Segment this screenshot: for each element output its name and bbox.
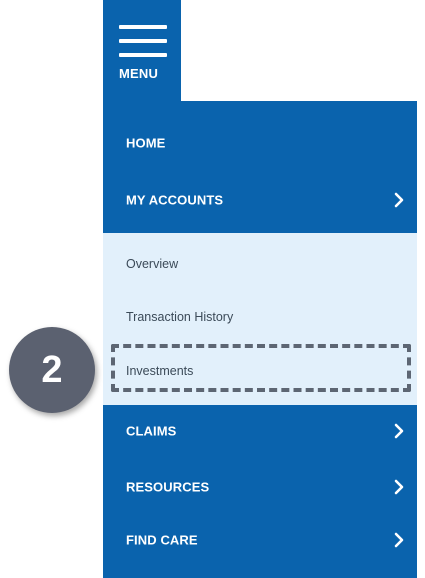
chevron-right-icon: [394, 532, 404, 548]
nav-item-find-care[interactable]: FIND CARE: [103, 513, 417, 567]
nav-item-label: CLAIMS: [126, 423, 177, 439]
menu-toggle-label: MENU: [119, 66, 159, 81]
submenu-item-label: Transaction History: [126, 310, 234, 324]
my-accounts-submenu: Overview Transaction History Investments: [103, 233, 417, 405]
submenu-item-transaction-history[interactable]: Transaction History: [103, 291, 417, 343]
screenshot-stage: MENU HOME MY ACCOUNTS Overview Transacti…: [0, 0, 425, 578]
menu-toggle-button[interactable]: MENU: [103, 9, 181, 101]
nav-item-home[interactable]: HOME: [103, 116, 417, 170]
nav-item-label: RESOURCES: [126, 479, 210, 495]
nav-item-label: HOME: [126, 135, 166, 151]
submenu-item-label: Investments: [126, 364, 194, 378]
nav-item-claims[interactable]: CLAIMS: [103, 404, 417, 458]
submenu-item-label: Overview: [126, 257, 179, 271]
nav-item-label: MY ACCOUNTS: [126, 192, 224, 208]
hamburger-icon: [119, 23, 167, 59]
chevron-right-icon: [394, 479, 404, 495]
chevron-right-icon: [394, 423, 404, 439]
submenu-item-investments[interactable]: Investments: [103, 345, 417, 397]
nav-item-label: FIND CARE: [126, 532, 198, 548]
step-number: 2: [41, 349, 63, 391]
nav-item-resources[interactable]: RESOURCES: [103, 460, 417, 514]
nav-item-my-accounts[interactable]: MY ACCOUNTS: [103, 173, 417, 227]
chevron-right-icon: [394, 192, 404, 208]
step-callout-badge: 2: [9, 327, 95, 413]
header-blank-area: [181, 0, 425, 101]
submenu-item-overview[interactable]: Overview: [103, 238, 417, 290]
